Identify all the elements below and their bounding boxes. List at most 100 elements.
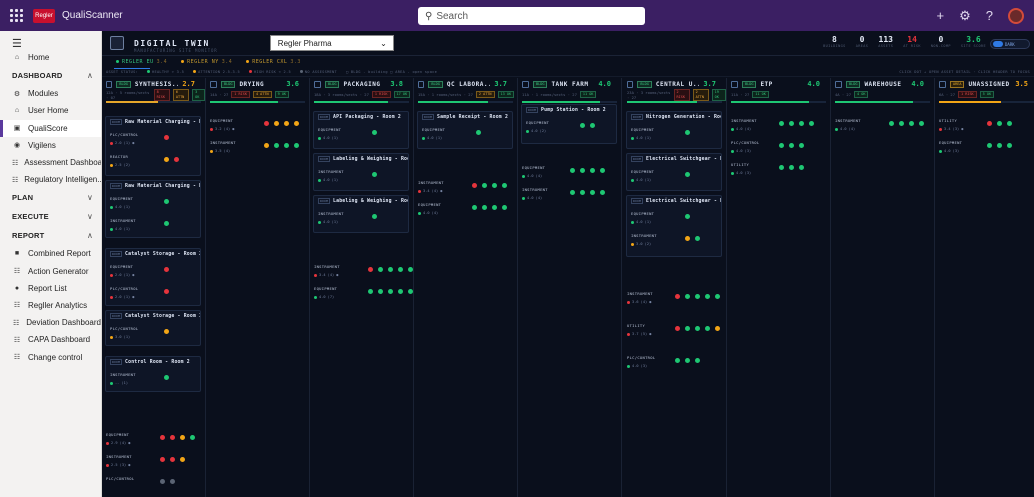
sidebar-item-home[interactable]: ⌂ Home bbox=[0, 49, 101, 66]
asset-row[interactable]: EQUIPMENT 4.0 (4) bbox=[414, 199, 517, 221]
asset-dot[interactable] bbox=[164, 289, 169, 294]
asset-dot[interactable] bbox=[372, 214, 377, 219]
asset-dot[interactable] bbox=[695, 294, 700, 299]
room-card[interactable]: ROOM Labeling & Weighing - Room INSTRUMENT… bbox=[313, 195, 409, 233]
asset-dot[interactable] bbox=[675, 326, 680, 331]
asset-dot[interactable] bbox=[987, 143, 992, 148]
room-title[interactable]: ROOM Raw Material Charging - Ro bbox=[106, 117, 200, 128]
asset-dot[interactable] bbox=[695, 358, 700, 363]
asset-dot[interactable] bbox=[482, 183, 487, 188]
asset-dot[interactable] bbox=[502, 205, 507, 210]
room-card[interactable]: ROOM Electrical Switchgear - Ro EQUIPMENT 4… bbox=[626, 195, 722, 257]
asset-dot[interactable] bbox=[909, 121, 914, 126]
asset-dot[interactable] bbox=[789, 165, 794, 170]
asset-dot[interactable] bbox=[180, 435, 185, 440]
asset-dot[interactable] bbox=[482, 205, 487, 210]
asset-dot[interactable] bbox=[580, 123, 585, 128]
search-input[interactable]: ⚲ Search bbox=[418, 7, 645, 25]
asset-dot[interactable] bbox=[398, 289, 403, 294]
asset-dot[interactable] bbox=[705, 294, 710, 299]
asset-dot[interactable] bbox=[164, 135, 169, 140]
asset-dot[interactable] bbox=[889, 121, 894, 126]
room-title[interactable]: ROOM API Packaging - Room 2 bbox=[314, 112, 408, 123]
asset-dot[interactable] bbox=[378, 289, 383, 294]
asset-row[interactable]: INSTRUMENT 2.5 (3) ● bbox=[102, 451, 205, 473]
theme-toggle[interactable]: DARK bbox=[990, 39, 1030, 49]
asset-row[interactable]: PLC/CONTROL 2.0 (1) ● bbox=[106, 283, 200, 305]
room-title[interactable]: ROOM Electrical Switchgear - Ro bbox=[627, 196, 721, 207]
asset-dot[interactable] bbox=[685, 172, 690, 177]
hamburger-icon[interactable]: ☰ bbox=[0, 31, 101, 50]
sidebar-section-report[interactable]: REPORT ∧ bbox=[0, 226, 101, 245]
site-tab[interactable]: REGLER EU 3.4 bbox=[116, 59, 167, 65]
room-card[interactable]: ROOM Raw Material Charging - Ro PLC/CONTRO… bbox=[105, 116, 201, 176]
asset-dot[interactable] bbox=[160, 479, 165, 484]
sidebar-item-change-control[interactable]: ☷ Change control bbox=[0, 348, 101, 365]
asset-dot[interactable] bbox=[368, 289, 373, 294]
asset-row[interactable]: INSTRUMENT 3.0 (2) bbox=[627, 230, 721, 252]
asset-row[interactable]: INSTRUMENT 4.0 (4) bbox=[831, 115, 934, 137]
asset-dot[interactable] bbox=[685, 358, 690, 363]
sidebar-item-user-home[interactable]: ⌂ User Home bbox=[0, 102, 101, 119]
asset-row[interactable]: REACTOR 2.5 (2) bbox=[106, 151, 200, 173]
asset-dot[interactable] bbox=[476, 130, 481, 135]
asset-row[interactable]: INSTRUMENT 3.5 (4) bbox=[206, 137, 309, 159]
asset-dot[interactable] bbox=[715, 294, 720, 299]
asset-row[interactable]: PLC/CONTROL 4.0 (3) bbox=[623, 352, 726, 374]
asset-dot[interactable] bbox=[799, 143, 804, 148]
asset-dot[interactable] bbox=[899, 121, 904, 126]
asset-dot[interactable] bbox=[274, 143, 279, 148]
asset-dot[interactable] bbox=[590, 190, 595, 195]
asset-row[interactable]: INSTRUMENT -- (1) bbox=[106, 369, 200, 391]
sidebar-section-execute[interactable]: EXECUTE ∨ bbox=[0, 207, 101, 226]
help-icon[interactable]: ? bbox=[986, 8, 993, 23]
asset-dot[interactable] bbox=[705, 326, 710, 331]
asset-dot[interactable] bbox=[799, 121, 804, 126]
sidebar-item-regulatory-intelligen[interactable]: ☷ Regulatory Intelligen... bbox=[0, 171, 101, 188]
asset-dot[interactable] bbox=[590, 168, 595, 173]
asset-row[interactable]: INSTRUMENT 4.0 (1) bbox=[314, 166, 408, 188]
asset-dot[interactable] bbox=[997, 143, 1002, 148]
asset-dot[interactable] bbox=[492, 183, 497, 188]
asset-row[interactable]: UTILITY 3.4 (3) ● bbox=[935, 115, 1034, 137]
asset-dot[interactable] bbox=[799, 165, 804, 170]
room-card[interactable]: ROOM Nitrogen Generation - Room EQUIPMENT 4… bbox=[626, 111, 722, 149]
asset-dot[interactable] bbox=[264, 143, 269, 148]
asset-row[interactable]: INSTRUMENT 4.0 (1) bbox=[314, 208, 408, 230]
asset-row[interactable]: UTILITY 4.0 (3) bbox=[727, 159, 830, 181]
asset-dot[interactable] bbox=[492, 205, 497, 210]
asset-row[interactable]: UTILITY 3.7 (5) ● bbox=[623, 320, 726, 342]
room-title[interactable]: ROOM Pump Station - Room 2 bbox=[522, 105, 616, 116]
asset-dot[interactable] bbox=[294, 121, 299, 126]
asset-row[interactable]: EQUIPMENT 4.0 (1) bbox=[106, 193, 200, 215]
asset-dot[interactable] bbox=[590, 123, 595, 128]
asset-row[interactable]: EQUIPMENT 2.0 (1) ● bbox=[106, 261, 200, 283]
room-title[interactable]: ROOM Nitrogen Generation - Room bbox=[627, 112, 721, 123]
asset-dot[interactable] bbox=[368, 267, 373, 272]
room-card[interactable]: ROOM Catalyst Storage - Room 3 PLC/CONTROL… bbox=[105, 310, 201, 346]
room-card[interactable]: ROOM Labeling & Weighing - Room INSTRUMENT… bbox=[313, 153, 409, 191]
asset-row[interactable]: INSTRUMENT 4.0 (4) bbox=[727, 115, 830, 137]
asset-row[interactable]: EQUIPMENT 4.0 (7) bbox=[310, 283, 433, 305]
asset-dot[interactable] bbox=[685, 130, 690, 135]
asset-dot[interactable] bbox=[779, 143, 784, 148]
asset-dot[interactable] bbox=[570, 190, 575, 195]
asset-row[interactable]: EQUIPMENT 4.0 (1) bbox=[627, 124, 721, 146]
asset-dot[interactable] bbox=[164, 267, 169, 272]
asset-dot[interactable] bbox=[284, 143, 289, 148]
gear-icon[interactable]: ⚙ bbox=[959, 8, 971, 24]
sidebar-item-regller-analytics[interactable]: ☷ Regller Analytics bbox=[0, 297, 101, 314]
room-card[interactable]: ROOM Control Room - Room 2 INSTRUMENT -- (1… bbox=[105, 356, 201, 392]
asset-dot[interactable] bbox=[1007, 143, 1012, 148]
asset-row[interactable]: EQUIPMENT 4.0 (2) bbox=[522, 117, 616, 139]
asset-row[interactable]: EQUIPMENT 4.0 (1) bbox=[627, 208, 721, 230]
asset-dot[interactable] bbox=[408, 267, 413, 272]
sidebar-item-action-generator[interactable]: ☷ Action Generator bbox=[0, 263, 101, 280]
asset-dot[interactable] bbox=[164, 157, 169, 162]
asset-dot[interactable] bbox=[580, 168, 585, 173]
room-title[interactable]: ROOM Labeling & Weighing - Room bbox=[314, 154, 408, 165]
asset-dot[interactable] bbox=[294, 143, 299, 148]
asset-dot[interactable] bbox=[570, 168, 575, 173]
sidebar-section-plan[interactable]: PLAN ∨ bbox=[0, 188, 101, 207]
asset-dot[interactable] bbox=[170, 457, 175, 462]
